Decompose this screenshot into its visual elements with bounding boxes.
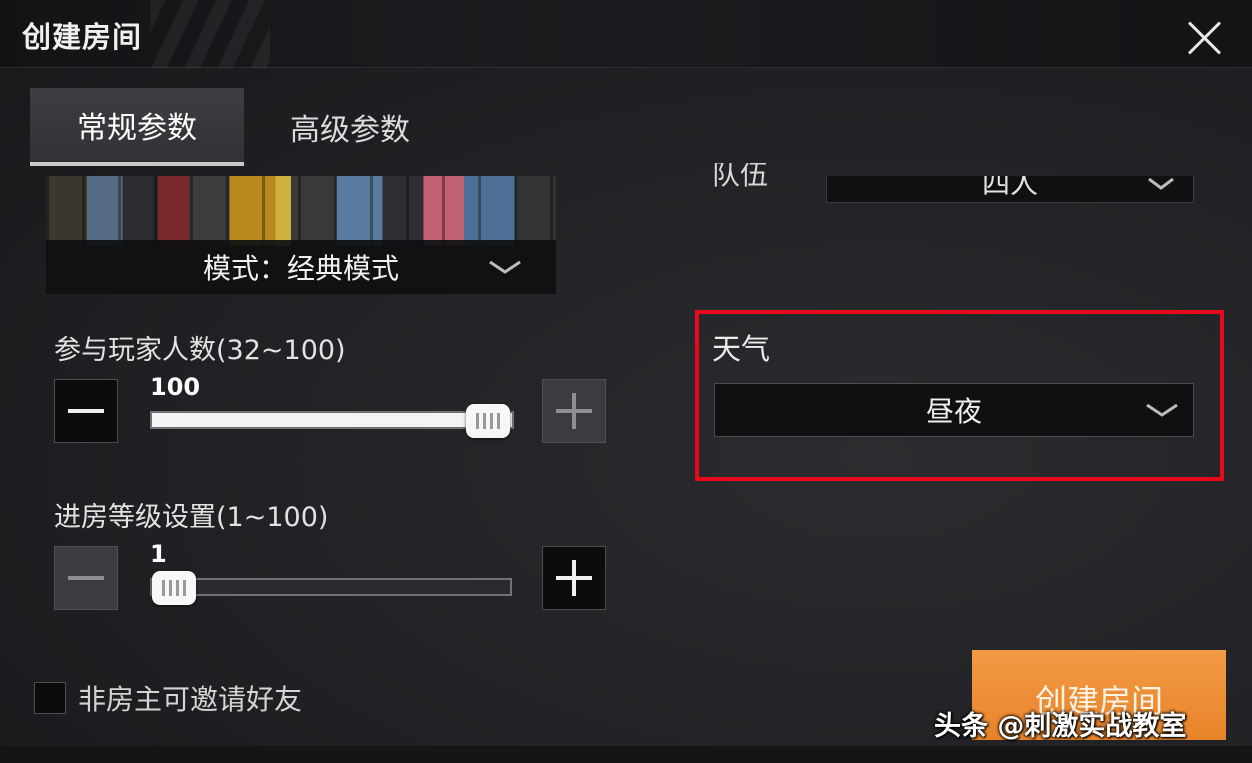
create-room-dialog: 创建房间 常规参数 高级参数 模式：经典模式 队伍 四人 参与玩家人数(32~1… <box>0 0 1252 763</box>
level-slider-track[interactable] <box>150 578 512 596</box>
weather-select[interactable]: 昼夜 <box>714 383 1194 437</box>
close-icon[interactable] <box>1186 18 1224 56</box>
team-select[interactable]: 四人 <box>826 176 1194 203</box>
team-label: 队伍 <box>712 163 769 191</box>
mode-select-label: 模式：经典模式 <box>202 252 399 285</box>
players-slider-fill <box>152 413 512 427</box>
weather-label: 天气 <box>712 332 771 366</box>
mode-character-art <box>46 176 556 246</box>
mode-card: 模式：经典模式 <box>46 176 556 294</box>
minus-icon <box>68 576 104 580</box>
chevron-down-icon <box>489 260 521 274</box>
players-increase-button[interactable] <box>542 379 606 443</box>
players-slider-track[interactable] <box>150 411 514 429</box>
players-slider-thumb[interactable] <box>466 404 510 438</box>
players-decrease-button[interactable] <box>54 379 118 443</box>
entry-level-label: 进房等级设置(1~100) <box>54 502 329 533</box>
title-bar: 创建房间 <box>0 0 1252 68</box>
chevron-down-icon <box>1146 403 1178 417</box>
invite-friends-label: 非房主可邀请好友 <box>78 683 303 716</box>
mode-select[interactable]: 模式：经典模式 <box>46 240 556 294</box>
level-slider-value: 1 <box>150 540 167 568</box>
tab-advanced-params[interactable]: 高级参数 <box>250 88 450 166</box>
bottom-edge <box>0 746 1252 763</box>
tab-general-params[interactable]: 常规参数 <box>30 88 244 166</box>
players-slider-value: 100 <box>150 373 201 401</box>
invite-friends-checkbox[interactable] <box>34 682 66 714</box>
chevron-down-icon <box>1148 178 1174 190</box>
team-select-value: 四人 <box>981 176 1038 200</box>
minus-icon <box>68 409 104 413</box>
plus-icon <box>556 560 592 596</box>
plus-icon <box>556 393 592 429</box>
dialog-title: 创建房间 <box>22 20 143 54</box>
watermark: 头条 @刺激实战教室 <box>934 711 1187 742</box>
level-decrease-button[interactable] <box>54 546 118 610</box>
level-increase-button[interactable] <box>542 546 606 610</box>
players-count-label: 参与玩家人数(32~100) <box>54 335 346 366</box>
weather-select-value: 昼夜 <box>925 395 982 428</box>
level-slider-thumb[interactable] <box>152 571 196 605</box>
title-bar-decoration <box>150 0 270 68</box>
